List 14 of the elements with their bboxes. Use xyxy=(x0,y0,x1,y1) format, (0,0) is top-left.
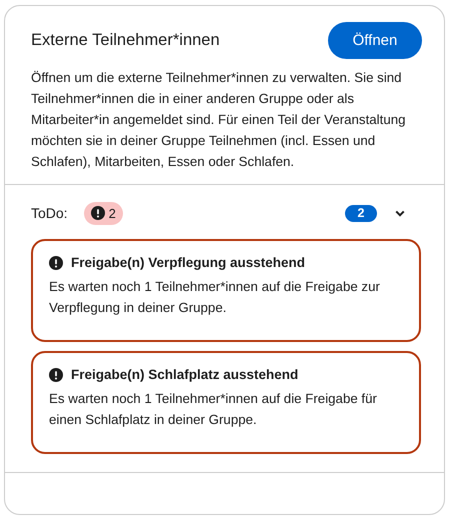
open-button[interactable]: Öffnen xyxy=(328,22,422,59)
alert-title: Freigabe(n) Schlafplatz ausstehend xyxy=(71,367,298,382)
card-title: Externe Teilnehmer*innen xyxy=(31,31,220,50)
count-badge: 2 xyxy=(345,204,377,222)
exclamation-icon xyxy=(90,206,105,220)
todo-label: ToDo: xyxy=(31,205,68,221)
alert-count: 2 xyxy=(108,206,116,220)
description: Öffnen um die externe Teilnehmer*innen zu verwalten. Sie sind Teilnehmer*innen die in einer anderen Gruppe oder als Mitarbeiter*in angemeldet sind. Für einen Teil der Veranstaltung möchten sie in deiner Gruppe Teilnehmen (incl. Essen und Schlafen), Mitarbeiten, Essen oder Schlafen. xyxy=(31,69,407,171)
alert-title: Freigabe(n) Verpflegung ausstehend xyxy=(71,255,306,270)
exclamation-icon xyxy=(49,368,63,382)
alert-text: Es warten noch 1 Teilnehmer*innen auf die Freigabe zur Verpflegung in deiner Gruppe. xyxy=(49,278,381,317)
chevron-icon[interactable] xyxy=(395,210,405,216)
exclamation-icon xyxy=(49,256,63,270)
alert-text: Es warten noch 1 Teilnehmer*innen auf die Freigabe für einen Schlafplatz in deiner Gruppe. xyxy=(49,390,378,429)
